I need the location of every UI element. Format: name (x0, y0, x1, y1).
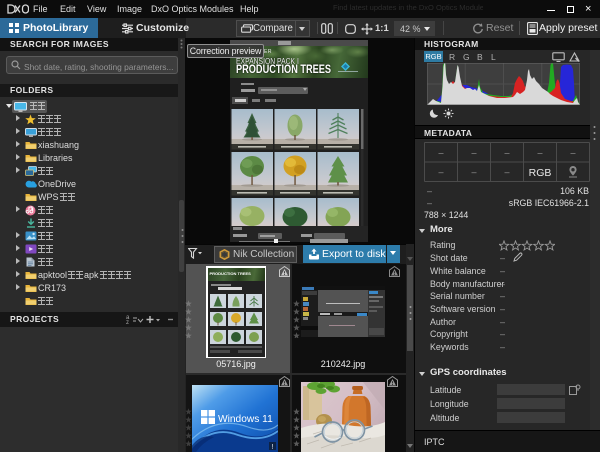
svg-text:–: – (438, 148, 443, 158)
svg-text:–: – (504, 148, 509, 158)
svg-text:–: – (471, 148, 476, 158)
svg-text:Windows 11: Windows 11 (218, 414, 273, 425)
svg-text:!: ! (272, 444, 274, 451)
svg-text:z: z (126, 320, 129, 324)
svg-text:–: – (471, 167, 476, 177)
svg-text:RGB: RGB (529, 167, 552, 179)
svg-text:–: – (438, 167, 443, 177)
svg-text:–: – (570, 148, 575, 158)
svg-text:–: – (537, 148, 542, 158)
svg-text:–: – (504, 167, 509, 177)
